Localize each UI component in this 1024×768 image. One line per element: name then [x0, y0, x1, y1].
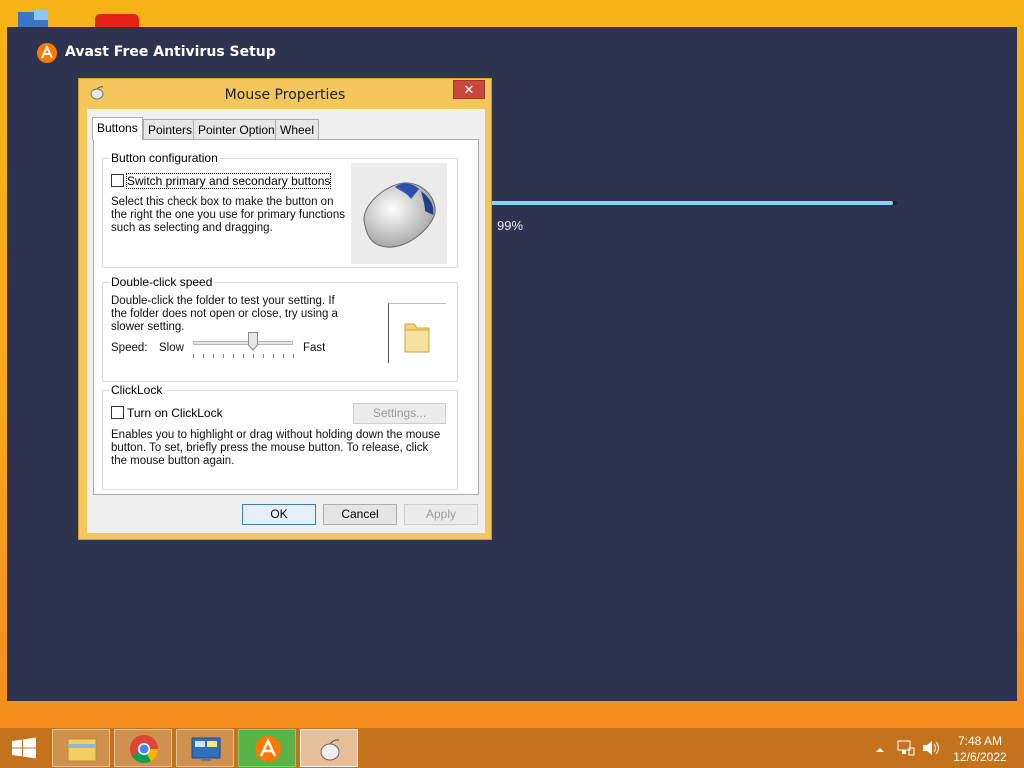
volume-icon[interactable] [921, 739, 941, 757]
double-click-description: Double-click the folder to test your set… [111, 295, 338, 333]
clock-time: 7:48 AM [957, 734, 1003, 748]
clicklock-group: ClickLock Turn on ClickLock Settings... … [102, 383, 458, 490]
clicklock-settings-button[interactable]: Settings... [353, 403, 446, 424]
double-click-speed-slider[interactable] [193, 341, 293, 345]
clicklock-checkbox[interactable] [111, 406, 124, 419]
clicklock-title: ClickLock [109, 383, 165, 397]
clock-date: 12/6/2022 [953, 750, 1007, 764]
install-progress-percent: 99% [497, 218, 524, 233]
button-configuration-group: Button configuration Switch primary and … [102, 151, 458, 268]
speed-slider-tick [263, 354, 264, 358]
avast-logo-icon [37, 43, 57, 68]
cancel-button[interactable]: Cancel [323, 504, 397, 525]
taskbar: 7:48 AM 12/6/2022 [0, 728, 1024, 768]
ok-button[interactable]: OK [242, 504, 316, 525]
speed-slider-tick [203, 354, 204, 358]
fast-label: Fast [303, 342, 326, 354]
speed-slider-tick [243, 354, 244, 358]
taskbar-chrome[interactable] [114, 729, 172, 767]
tab-pointers[interactable]: Pointers [143, 119, 198, 139]
chrome-icon [130, 735, 158, 763]
tab-pointer-options[interactable]: Pointer Options [193, 119, 286, 139]
control-panel-icon [191, 737, 221, 761]
network-icon[interactable] [896, 739, 916, 757]
double-click-speed-title: Double-click speed [109, 275, 215, 289]
tab-wheel[interactable]: Wheel [275, 119, 320, 139]
avast-window-title: Avast Free Antivirus Setup [65, 44, 276, 60]
speed-slider-tick [283, 354, 284, 358]
file-explorer-icon [67, 738, 97, 762]
taskbar-control-panel[interactable] [176, 729, 234, 767]
close-icon: ✕ [463, 82, 475, 97]
clock[interactable]: 7:48 AM 12/6/2022 [948, 732, 1012, 766]
double-click-speed-group: Double-click speed Double-click the fold… [102, 275, 458, 382]
dialog-titlebar[interactable]: Mouse Properties ✕ [79, 79, 491, 109]
install-progress-fill [457, 201, 893, 205]
avast-icon [255, 736, 281, 762]
slow-label: Slow [159, 342, 184, 354]
speed-slider-tick [233, 354, 234, 358]
test-folder-area[interactable] [388, 303, 446, 363]
clicklock-label[interactable]: Turn on ClickLock [127, 406, 223, 420]
clicklock-description: Enables you to highlight or drag without… [111, 429, 441, 467]
speed-slider-tick [293, 354, 294, 358]
install-progress-bar [457, 201, 897, 205]
start-button[interactable] [0, 729, 48, 767]
mouse-properties-dialog: Mouse Properties ✕ Buttons Pointers Poin… [78, 78, 492, 540]
taskbar-avast[interactable] [238, 729, 296, 767]
tab-buttons[interactable]: Buttons [92, 117, 143, 140]
speed-slider-tick [193, 354, 194, 358]
close-button[interactable]: ✕ [453, 80, 485, 99]
windows-logo-icon [12, 737, 36, 759]
switch-buttons-checkbox[interactable] [111, 174, 124, 187]
desktop-youtube-icon[interactable] [93, 12, 141, 34]
mouse-icon [320, 739, 340, 761]
mouse-illustration-icon [351, 163, 447, 264]
speed-label: Speed: [111, 342, 148, 354]
taskbar-mouse-properties[interactable] [300, 729, 358, 767]
button-config-description: Select this check box to make the button… [111, 196, 345, 234]
speed-slider-thumb[interactable] [248, 332, 258, 351]
dialog-client-area: Buttons Pointers Pointer Options Wheel B… [87, 109, 485, 533]
speed-slider-tick [223, 354, 224, 358]
speed-slider-tick [273, 354, 274, 358]
apply-button[interactable]: Apply [404, 504, 478, 525]
taskbar-file-explorer[interactable] [52, 729, 110, 767]
switch-buttons-label[interactable]: Switch primary and secondary buttons [125, 173, 332, 189]
speed-slider-tick [253, 354, 254, 358]
folder-icon [404, 323, 430, 353]
dialog-title: Mouse Properties [224, 87, 346, 103]
speed-slider-tick [213, 354, 214, 358]
tray-overflow-chevron-icon[interactable] [874, 742, 886, 752]
button-configuration-title: Button configuration [109, 151, 220, 165]
desktop-this-pc-icon[interactable] [14, 8, 60, 30]
buttons-tab-panel: Button configuration Switch primary and … [93, 139, 479, 495]
